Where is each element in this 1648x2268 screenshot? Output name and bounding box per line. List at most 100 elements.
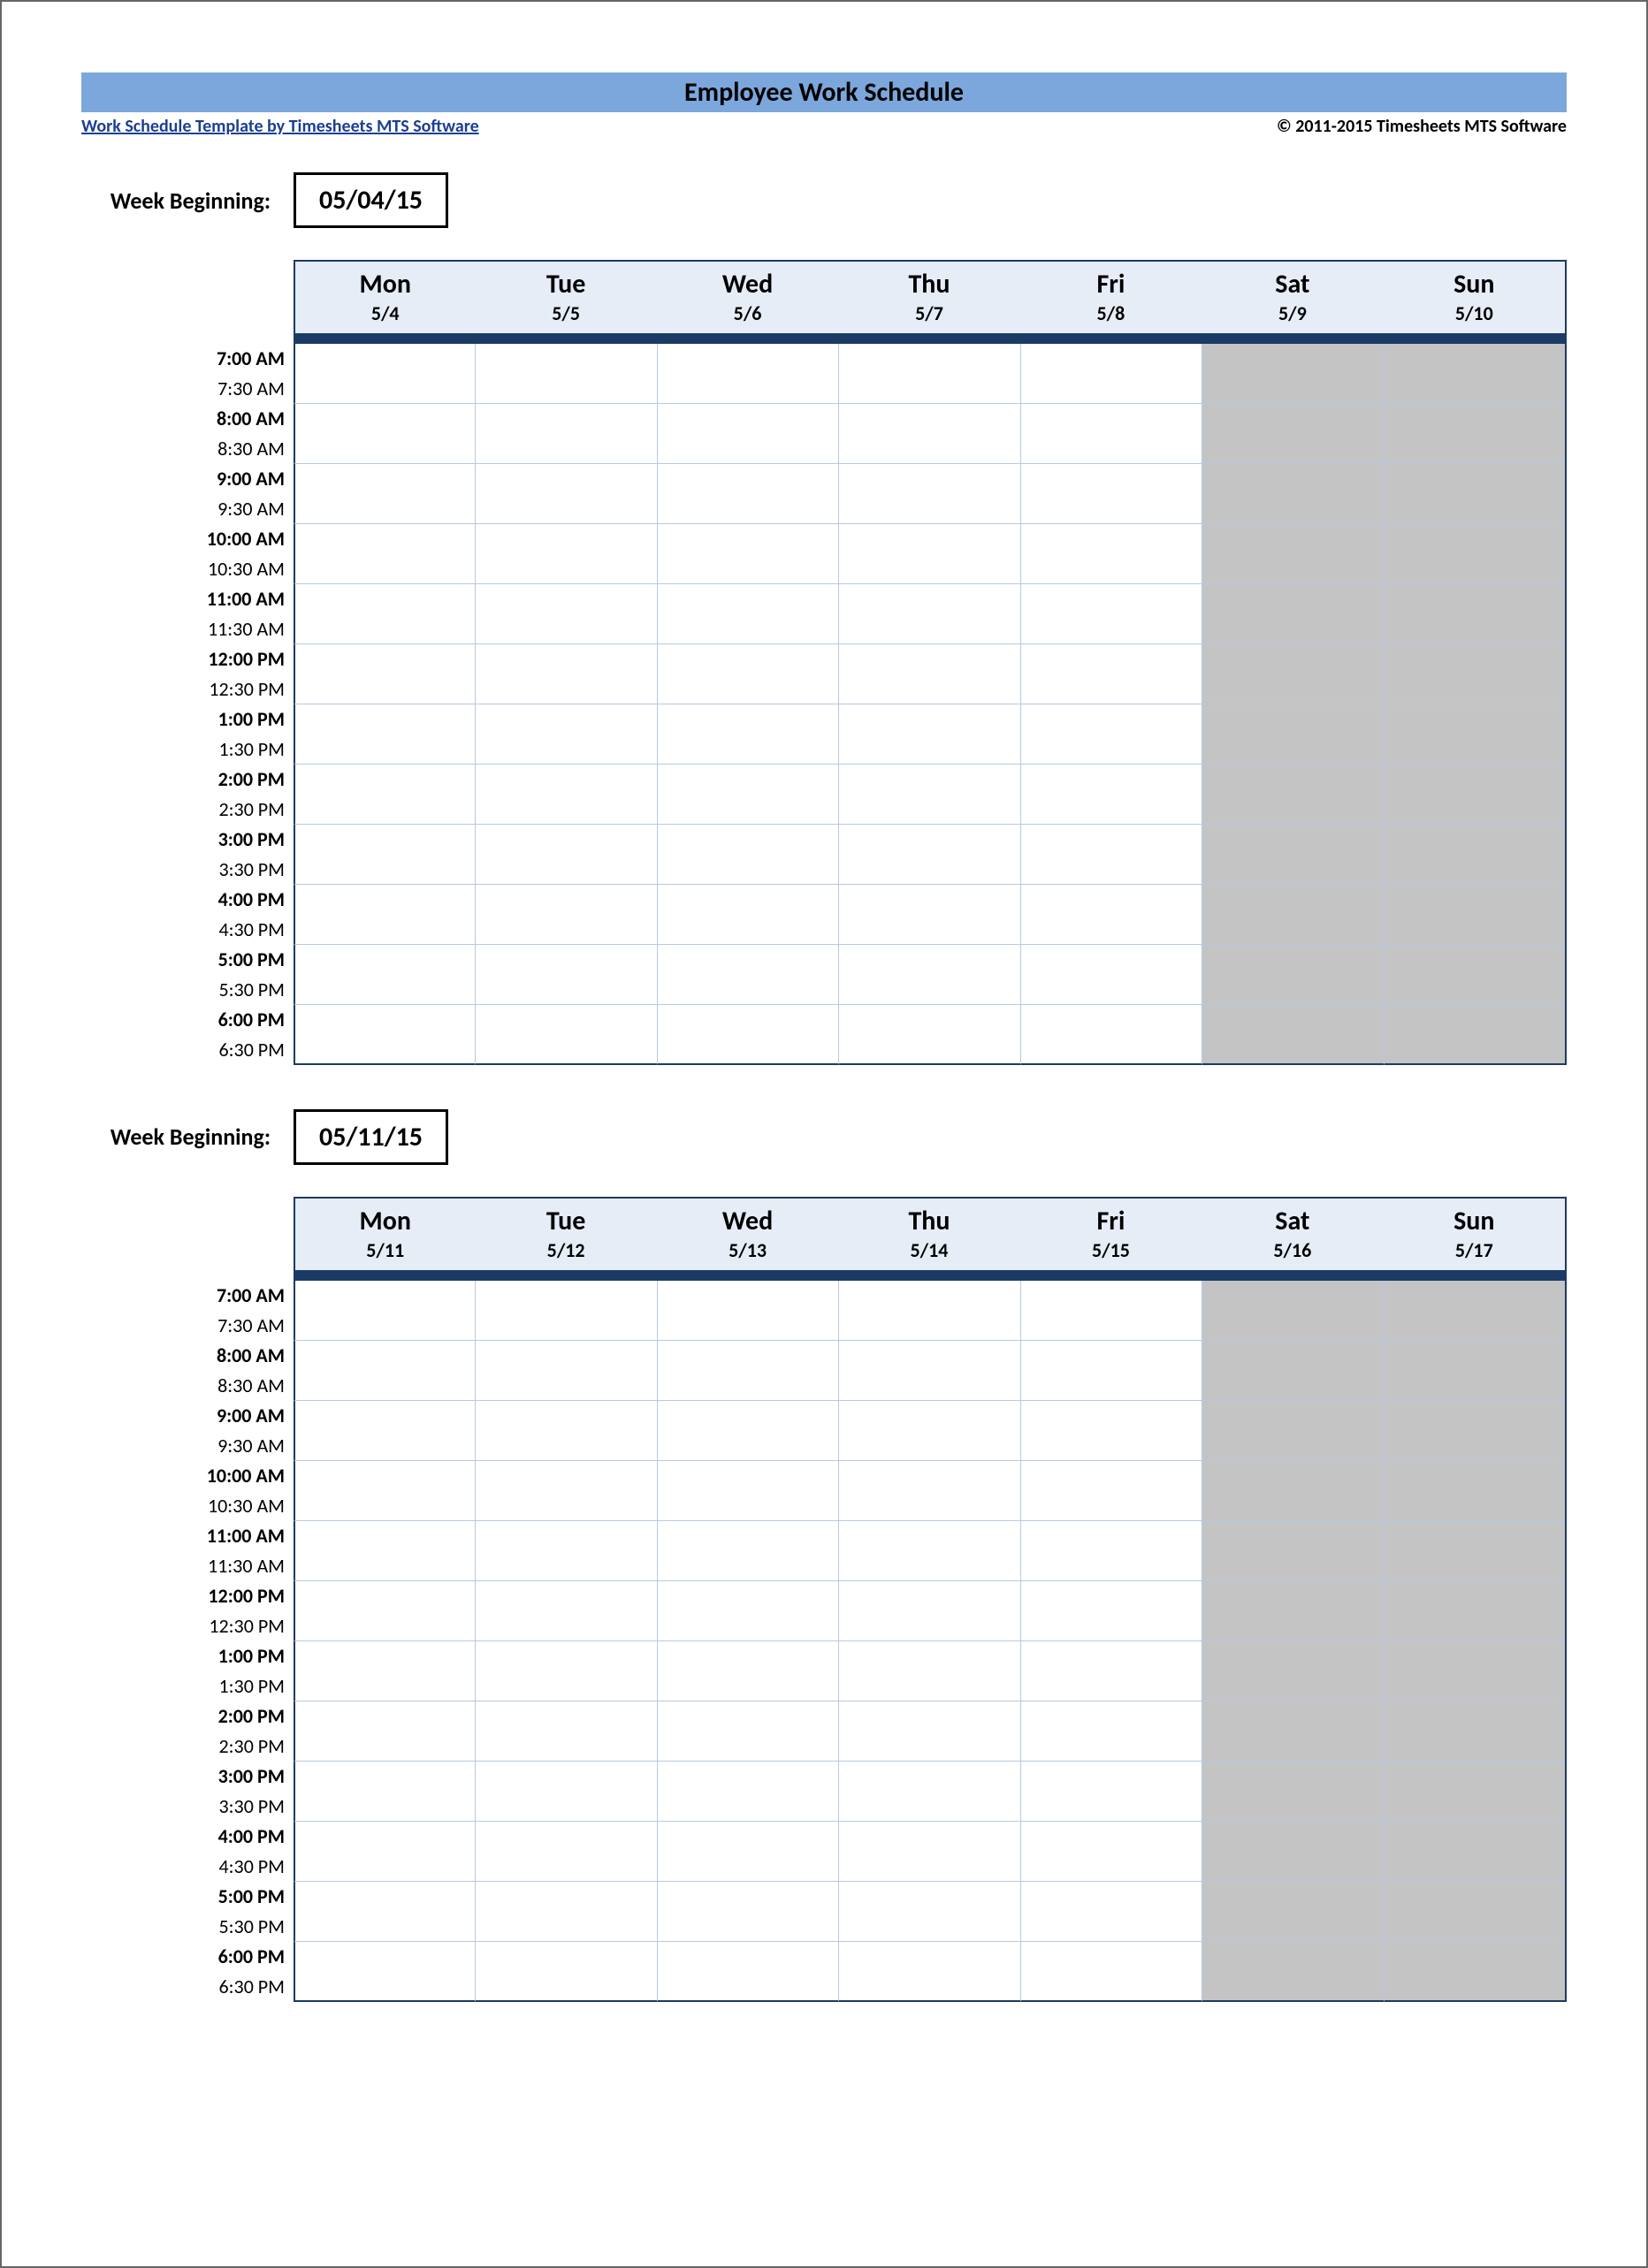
schedule-cell[interactable] bbox=[838, 1912, 1019, 1942]
schedule-cell[interactable] bbox=[1384, 584, 1565, 614]
schedule-cell[interactable] bbox=[1020, 644, 1202, 674]
schedule-cell[interactable] bbox=[475, 1551, 656, 1581]
schedule-cell[interactable] bbox=[1020, 434, 1202, 464]
schedule-cell[interactable] bbox=[294, 1035, 475, 1065]
schedule-cell[interactable] bbox=[294, 1281, 475, 1311]
schedule-cell[interactable] bbox=[838, 1731, 1019, 1762]
schedule-cell[interactable] bbox=[1020, 1912, 1202, 1942]
schedule-cell[interactable] bbox=[294, 1461, 475, 1491]
schedule-cell[interactable] bbox=[838, 825, 1019, 855]
schedule-cell[interactable] bbox=[294, 644, 475, 674]
schedule-cell[interactable] bbox=[294, 1551, 475, 1581]
schedule-cell[interactable] bbox=[294, 885, 475, 915]
schedule-cell[interactable] bbox=[1020, 1882, 1202, 1912]
schedule-cell[interactable] bbox=[838, 1521, 1019, 1551]
schedule-cell[interactable] bbox=[475, 1912, 656, 1942]
schedule-cell[interactable] bbox=[294, 554, 475, 584]
schedule-cell[interactable] bbox=[294, 464, 475, 494]
schedule-cell[interactable] bbox=[657, 524, 838, 554]
schedule-cell[interactable] bbox=[1202, 1762, 1383, 1792]
schedule-cell[interactable] bbox=[838, 1371, 1019, 1401]
schedule-cell[interactable] bbox=[294, 1942, 475, 1972]
schedule-cell[interactable] bbox=[475, 704, 656, 734]
schedule-cell[interactable] bbox=[1384, 975, 1565, 1005]
schedule-cell[interactable] bbox=[294, 1792, 475, 1822]
schedule-cell[interactable] bbox=[475, 554, 656, 584]
schedule-cell[interactable] bbox=[475, 1035, 656, 1065]
schedule-cell[interactable] bbox=[1384, 1281, 1565, 1311]
schedule-cell[interactable] bbox=[657, 1461, 838, 1491]
schedule-cell[interactable] bbox=[294, 1611, 475, 1641]
schedule-cell[interactable] bbox=[838, 1792, 1019, 1822]
schedule-cell[interactable] bbox=[1202, 1611, 1383, 1641]
schedule-cell[interactable] bbox=[657, 644, 838, 674]
schedule-cell[interactable] bbox=[657, 1852, 838, 1882]
schedule-cell[interactable] bbox=[838, 674, 1019, 704]
schedule-cell[interactable] bbox=[1020, 1491, 1202, 1521]
schedule-cell[interactable] bbox=[294, 404, 475, 434]
schedule-cell[interactable] bbox=[1202, 1371, 1383, 1401]
schedule-cell[interactable] bbox=[1384, 1671, 1565, 1701]
schedule-cell[interactable] bbox=[1202, 734, 1383, 765]
schedule-cell[interactable] bbox=[838, 344, 1019, 374]
schedule-cell[interactable] bbox=[1384, 1882, 1565, 1912]
schedule-cell[interactable] bbox=[1020, 464, 1202, 494]
schedule-cell[interactable] bbox=[657, 1581, 838, 1611]
schedule-cell[interactable] bbox=[1202, 704, 1383, 734]
schedule-cell[interactable] bbox=[657, 1341, 838, 1371]
schedule-cell[interactable] bbox=[294, 795, 475, 825]
schedule-cell[interactable] bbox=[657, 1972, 838, 2002]
schedule-cell[interactable] bbox=[475, 825, 656, 855]
schedule-cell[interactable] bbox=[475, 404, 656, 434]
schedule-cell[interactable] bbox=[1384, 1822, 1565, 1852]
schedule-cell[interactable] bbox=[1202, 885, 1383, 915]
schedule-cell[interactable] bbox=[1202, 1281, 1383, 1311]
schedule-cell[interactable] bbox=[1202, 795, 1383, 825]
schedule-cell[interactable] bbox=[1020, 674, 1202, 704]
schedule-cell[interactable] bbox=[838, 1311, 1019, 1341]
schedule-cell[interactable] bbox=[1020, 1731, 1202, 1762]
schedule-cell[interactable] bbox=[294, 1341, 475, 1371]
schedule-cell[interactable] bbox=[475, 1942, 656, 1972]
schedule-cell[interactable] bbox=[1384, 404, 1565, 434]
schedule-cell[interactable] bbox=[1020, 734, 1202, 765]
schedule-cell[interactable] bbox=[1020, 554, 1202, 584]
schedule-cell[interactable] bbox=[838, 1581, 1019, 1611]
schedule-cell[interactable] bbox=[838, 1461, 1019, 1491]
schedule-cell[interactable] bbox=[657, 1035, 838, 1065]
schedule-cell[interactable] bbox=[1020, 1942, 1202, 1972]
schedule-cell[interactable] bbox=[838, 1035, 1019, 1065]
schedule-cell[interactable] bbox=[657, 795, 838, 825]
schedule-cell[interactable] bbox=[1202, 1581, 1383, 1611]
schedule-cell[interactable] bbox=[657, 1371, 838, 1401]
schedule-cell[interactable] bbox=[1384, 674, 1565, 704]
schedule-cell[interactable] bbox=[838, 524, 1019, 554]
schedule-cell[interactable] bbox=[838, 1491, 1019, 1521]
schedule-cell[interactable] bbox=[838, 434, 1019, 464]
schedule-cell[interactable] bbox=[838, 464, 1019, 494]
schedule-cell[interactable] bbox=[294, 855, 475, 885]
schedule-cell[interactable] bbox=[657, 1551, 838, 1581]
schedule-cell[interactable] bbox=[1020, 584, 1202, 614]
schedule-cell[interactable] bbox=[657, 1005, 838, 1035]
schedule-cell[interactable] bbox=[838, 795, 1019, 825]
schedule-cell[interactable] bbox=[1202, 1311, 1383, 1341]
schedule-cell[interactable] bbox=[475, 374, 656, 404]
schedule-cell[interactable] bbox=[657, 1942, 838, 1972]
schedule-cell[interactable] bbox=[1384, 434, 1565, 464]
schedule-cell[interactable] bbox=[657, 1401, 838, 1431]
schedule-cell[interactable] bbox=[1202, 1551, 1383, 1581]
schedule-cell[interactable] bbox=[1202, 1491, 1383, 1521]
schedule-cell[interactable] bbox=[475, 344, 656, 374]
schedule-cell[interactable] bbox=[1202, 1401, 1383, 1431]
schedule-cell[interactable] bbox=[1384, 885, 1565, 915]
schedule-cell[interactable] bbox=[294, 1822, 475, 1852]
schedule-cell[interactable] bbox=[1202, 1431, 1383, 1461]
schedule-cell[interactable] bbox=[657, 674, 838, 704]
schedule-cell[interactable] bbox=[1384, 1641, 1565, 1671]
schedule-cell[interactable] bbox=[475, 1005, 656, 1035]
schedule-cell[interactable] bbox=[657, 1491, 838, 1521]
schedule-cell[interactable] bbox=[1020, 1581, 1202, 1611]
schedule-cell[interactable] bbox=[1202, 434, 1383, 464]
week-beginning-date[interactable]: 05/04/15 bbox=[294, 172, 448, 228]
